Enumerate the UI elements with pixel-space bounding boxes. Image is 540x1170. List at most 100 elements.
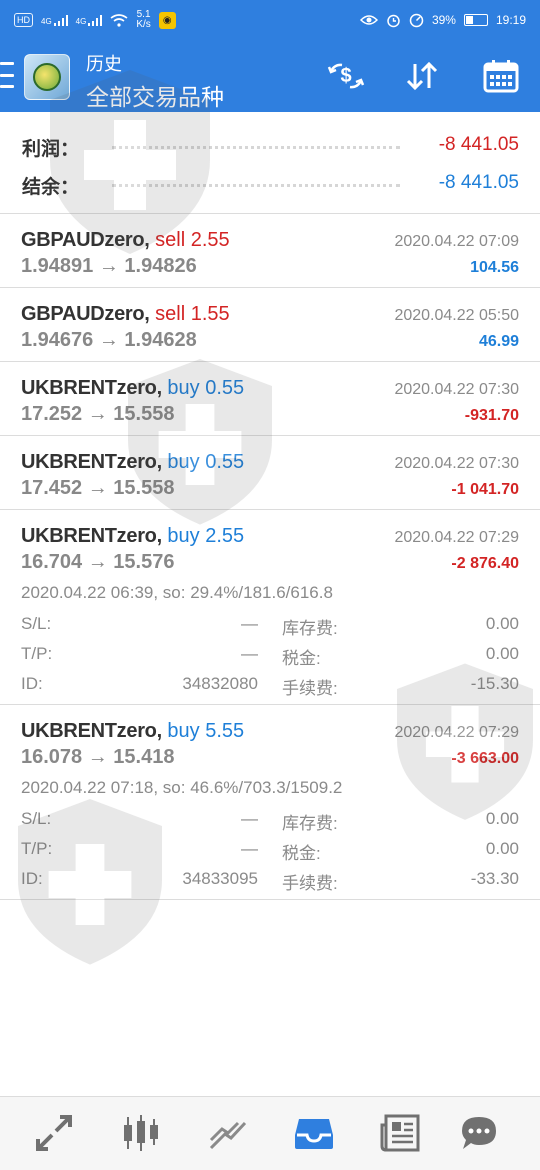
app-notification-icon: ◉	[158, 11, 176, 29]
wifi-icon	[110, 13, 128, 27]
trade-symbol: GBPAUDzero,	[21, 229, 150, 251]
trade-date: 2020.04.22 07:30	[394, 455, 519, 472]
quotes-arrows-icon[interactable]	[32, 1111, 76, 1155]
trade-side: buy	[167, 451, 200, 473]
id-value: 34833095	[182, 869, 258, 888]
commission-value: -33.30	[470, 869, 519, 888]
profit-row: 利润： -8 441.05	[0, 128, 540, 164]
app-header: 历史 全部交易品种 $	[0, 40, 540, 112]
trade-prices: 17.452 → 15.558	[21, 477, 175, 499]
trade-row-expanded[interactable]: UKBRENTzero, buy 2.55 16.704 → 15.576 20…	[0, 511, 540, 705]
app-logo[interactable]	[24, 54, 70, 100]
trade-row[interactable]: UKBRENTzero, buy 0.55 17.252 → 15.558 20…	[0, 363, 540, 436]
swap-value: 0.00	[485, 809, 519, 828]
trade-symbol: UKBRENTzero,	[21, 451, 162, 473]
trade-date: 2020.04.22 07:29	[394, 724, 519, 741]
trade-symbol: UKBRENTzero,	[21, 377, 162, 399]
alarm-icon	[387, 14, 400, 27]
trade-volume: 0.55	[205, 377, 245, 399]
dotted-leader	[112, 184, 400, 187]
header-subtitle: 历史	[86, 54, 122, 74]
trade-prices: 17.252 → 15.558	[21, 403, 175, 425]
network-speed: 5.1 K/s	[136, 9, 151, 30]
speed-gauge-icon	[409, 13, 424, 27]
trade-prices: 1.94891 → 1.94826	[21, 255, 197, 277]
tax-value: 0.00	[485, 644, 519, 663]
trade-volume: 0.55	[205, 451, 245, 473]
trade-symbol: UKBRENTzero,	[21, 720, 162, 742]
clock: 19:19	[495, 13, 526, 27]
battery-icon	[463, 14, 488, 26]
trade-row[interactable]: GBPAUDzero, sell 1.55 1.94676 → 1.94628 …	[0, 289, 540, 362]
commission-label: 手续费:	[282, 874, 338, 893]
hd-badge: HD	[14, 13, 33, 27]
chat-icon[interactable]	[457, 1111, 501, 1155]
trade-prices: 16.704 → 15.576	[21, 551, 175, 573]
trade-volume: 2.55	[190, 229, 230, 251]
trade-prices: 1.94676 → 1.94628	[21, 329, 197, 351]
menu-button[interactable]	[0, 62, 16, 88]
sort-arrows-icon[interactable]	[402, 58, 442, 94]
trade-volume: 1.55	[190, 303, 230, 325]
swap-label: 库存费:	[282, 619, 338, 638]
trade-line-icon[interactable]	[206, 1111, 250, 1155]
commission-value: -15.30	[470, 674, 519, 693]
network-4g-icon: 4G	[41, 14, 68, 26]
news-icon[interactable]	[378, 1111, 422, 1155]
currency-exchange-icon[interactable]: $	[326, 58, 366, 94]
id-label: ID:	[21, 869, 43, 888]
sl-value: —	[241, 809, 258, 828]
trade-side: buy	[167, 377, 200, 399]
profit-label: 利润：	[22, 139, 80, 160]
swap-value: 0.00	[485, 614, 519, 633]
trade-open-info: 2020.04.22 07:18, so: 46.6%/703.3/1509.2	[21, 778, 343, 797]
battery-percent: 39%	[431, 13, 456, 27]
status-bar: HD 4G 4G 5.1 K/s ◉ 39% 19:19	[0, 0, 540, 40]
trade-profit: 104.56	[470, 259, 519, 276]
trade-side: buy	[167, 720, 200, 742]
trade-symbol: GBPAUDzero,	[21, 303, 150, 325]
sl-label: S/L:	[21, 809, 52, 828]
trade-volume: 5.55	[205, 720, 245, 742]
trade-volume: 2.55	[205, 525, 245, 547]
header-title[interactable]: 全部交易品种	[86, 78, 224, 112]
balance-value: -8 441.05	[438, 172, 519, 193]
summary-panel: 利润： -8 441.05 结余： -8 441.05	[0, 112, 540, 214]
network-4g-icon-2: 4G	[76, 14, 103, 26]
tax-label: 税金:	[282, 844, 321, 863]
sl-value: —	[241, 614, 258, 633]
tax-value: 0.00	[485, 839, 519, 858]
trade-profit: 46.99	[478, 333, 519, 350]
profit-value: -8 441.05	[438, 134, 519, 155]
trade-profit: -931.70	[464, 407, 519, 424]
history-inbox-icon[interactable]	[292, 1111, 336, 1155]
chart-candles-icon[interactable]	[119, 1111, 163, 1155]
tp-value: —	[241, 644, 258, 663]
trade-profit: -3 663.00	[451, 750, 519, 767]
trade-row[interactable]: GBPAUDzero, sell 2.55 1.94891 → 1.94826 …	[0, 215, 540, 288]
svg-text:$: $	[340, 65, 351, 87]
eye-icon	[359, 15, 378, 25]
trade-date: 2020.04.22 05:50	[394, 307, 519, 324]
trade-open-info: 2020.04.22 06:39, so: 29.4%/181.6/616.8	[21, 583, 333, 602]
balance-row: 结余： -8 441.05	[0, 166, 540, 202]
tp-value: —	[241, 839, 258, 858]
trade-date: 2020.04.22 07:30	[394, 381, 519, 398]
trade-row[interactable]: UKBRENTzero, buy 0.55 17.452 → 15.558 20…	[0, 437, 540, 510]
trade-side: sell	[155, 229, 186, 251]
trade-profit: -2 876.40	[451, 555, 519, 572]
trade-profit: -1 041.70	[451, 481, 519, 498]
sl-label: S/L:	[21, 614, 52, 633]
commission-label: 手续费:	[282, 679, 338, 698]
trade-symbol: UKBRENTzero,	[21, 525, 162, 547]
bottom-navigation	[0, 1096, 540, 1170]
tp-label: T/P:	[21, 644, 53, 663]
trade-row-expanded[interactable]: UKBRENTzero, buy 5.55 16.078 → 15.418 20…	[0, 706, 540, 900]
dotted-leader	[112, 146, 400, 149]
screen: { "status_bar": { "hd": "HD", "net1": "4…	[0, 0, 540, 1170]
calendar-icon[interactable]	[481, 58, 521, 94]
id-label: ID:	[21, 674, 43, 693]
trade-side: sell	[155, 303, 186, 325]
trade-prices: 16.078 → 15.418	[21, 746, 175, 768]
trade-date: 2020.04.22 07:29	[394, 529, 519, 546]
